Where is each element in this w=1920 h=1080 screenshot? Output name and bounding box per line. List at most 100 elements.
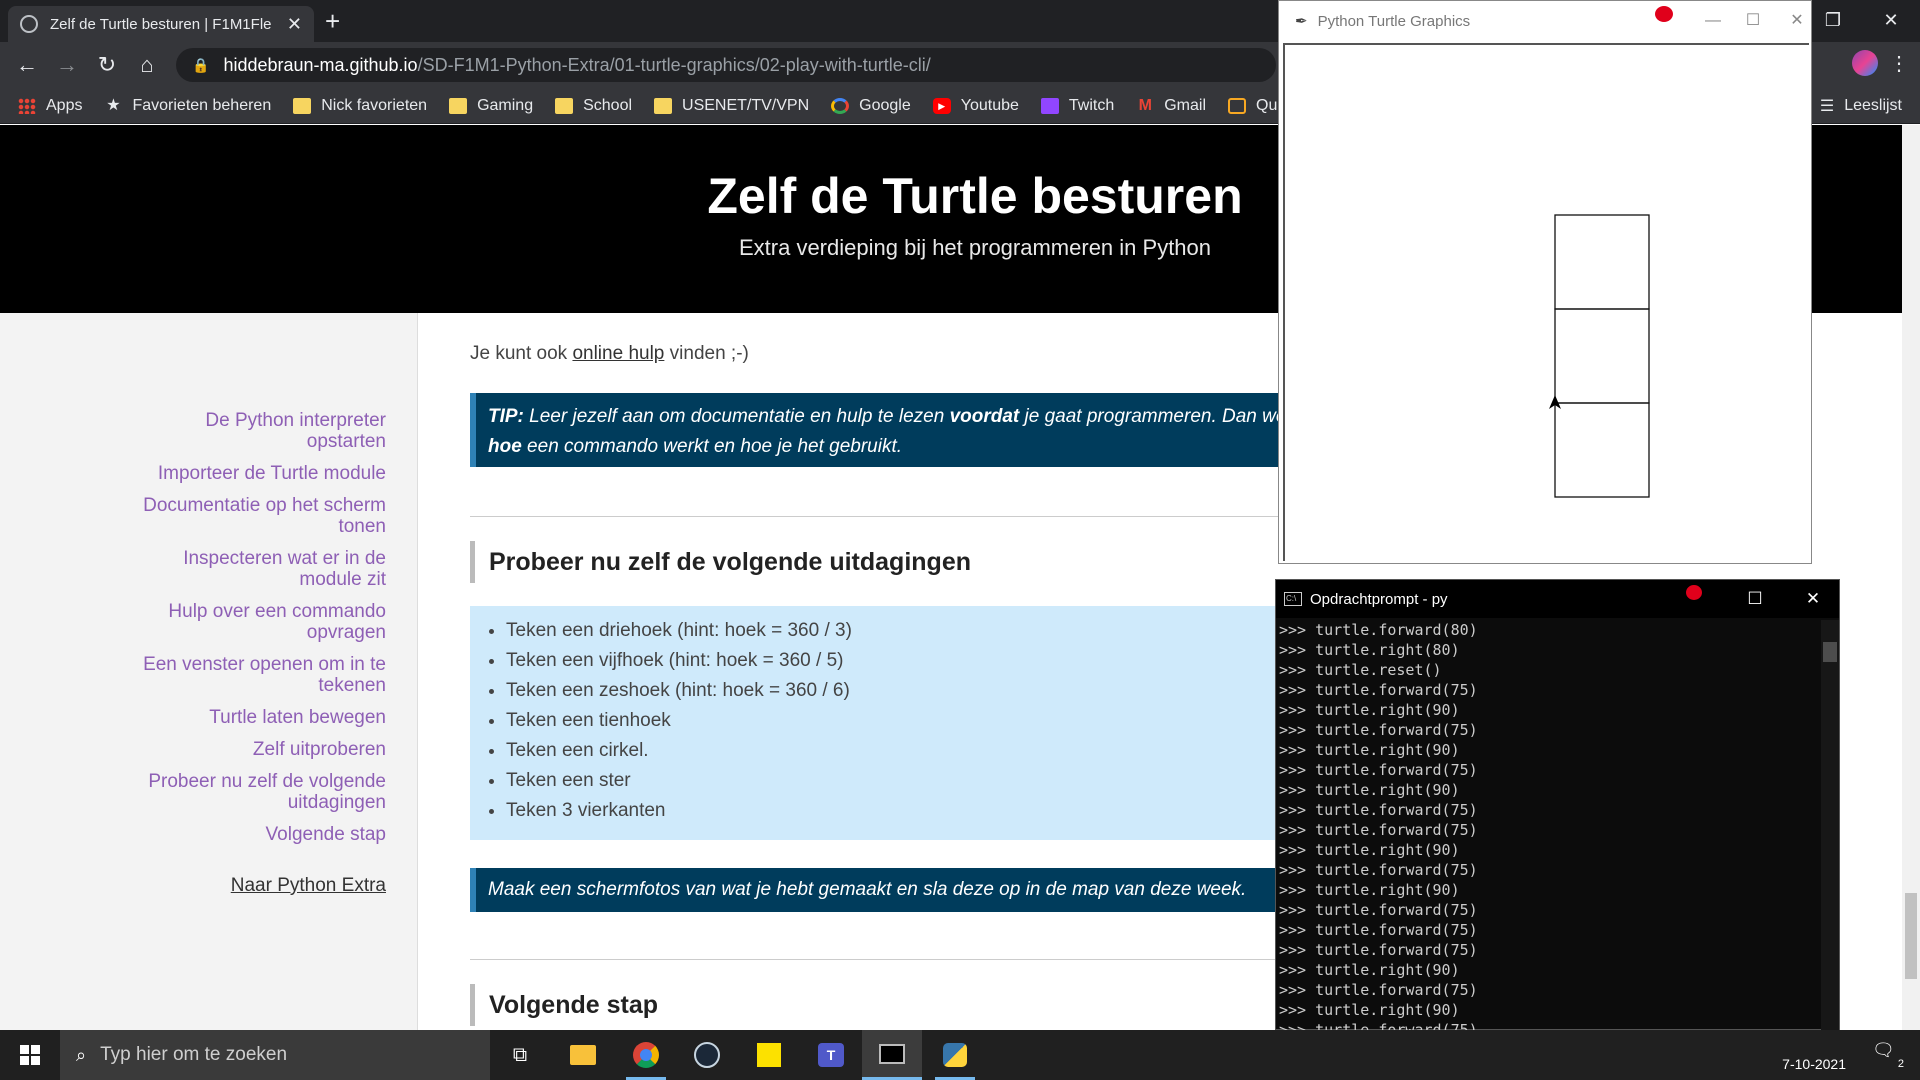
python-icon (943, 1043, 967, 1067)
lock-icon[interactable]: 🔒 (192, 57, 209, 74)
bookmark-folder-gaming[interactable]: Gaming (449, 97, 533, 115)
browser-close-button[interactable]: ✕ (1862, 0, 1920, 42)
folder-icon (555, 97, 574, 114)
bookmark-label: Apps (46, 96, 83, 114)
toc-item-bewegen[interactable]: Turtle laten bewegen (126, 707, 386, 728)
bookmark-folder-usenet[interactable]: USENET/TV/VPN (654, 97, 809, 115)
notification-center-button[interactable]: 🗨 2 (1872, 1040, 1904, 1070)
browser-tab-active[interactable]: Zelf de Turtle besturen | F1M1Fle ✕ (8, 6, 314, 42)
cmd-console-output[interactable]: >>> turtle.forward(80) >>> turtle.right(8… (1276, 620, 1821, 1030)
toc-item-documentatie[interactable]: Documentatie op het scherm tonen (126, 495, 386, 537)
console-line: >>> turtle.forward(75) (1279, 721, 1478, 739)
page-scrollbar[interactable] (1902, 125, 1920, 1030)
section-heading-volgende-stap: Volgende stap (470, 984, 1370, 1026)
bookmark-folder-nick[interactable]: Nick favorieten (293, 97, 427, 115)
naar-python-extra-link[interactable]: Naar Python Extra (126, 875, 386, 897)
console-line: >>> turtle.right(90) (1279, 961, 1460, 979)
toc-item-uitproberen[interactable]: Zelf uitproberen (126, 739, 386, 760)
sidebar: De Python interpreter opstarten Importee… (0, 313, 418, 1030)
bookmark-apps[interactable]: Apps (18, 97, 82, 115)
tip-label: TIP: (488, 406, 524, 427)
home-icon[interactable]: ⌂ (132, 50, 162, 80)
sticky-notes-button[interactable] (739, 1030, 799, 1080)
forward-arrow-icon[interactable]: → (52, 50, 82, 80)
close-tab-icon[interactable]: ✕ (287, 14, 302, 35)
toc-item-interpreter[interactable]: De Python interpreter opstarten (126, 410, 386, 452)
bookmark-label: Gaming (477, 96, 534, 114)
bookmark-youtube[interactable]: ▶ Youtube (932, 97, 1019, 115)
quicknet-icon (1228, 97, 1247, 114)
task-view-icon: ⧉ (512, 1043, 528, 1066)
cmd-close-button[interactable]: ✕ (1784, 580, 1842, 618)
command-prompt-window: C:\ Opdrachtprompt - py ☐ ✕ >>> turtle.f… (1275, 579, 1840, 1030)
console-line: >>> turtle.forward(80) (1279, 621, 1478, 639)
turtle-window-titlebar[interactable]: ✒ Python Turtle Graphics — ☐ ✕ (1279, 1, 1811, 41)
browser-restore-button[interactable]: ❐ (1804, 0, 1862, 42)
console-line: >>> turtle.forward(75) (1279, 901, 1478, 919)
tab-title: Zelf de Turtle besturen | F1M1Fle (50, 15, 272, 33)
reload-icon[interactable]: ↻ (92, 50, 122, 80)
tip-text: een commando werkt en hoe je het gebruik… (521, 436, 903, 457)
console-line: >>> turtle.right(90) (1279, 1001, 1460, 1019)
folder-icon (654, 97, 673, 114)
cmd-titlebar[interactable]: C:\ Opdrachtprompt - py ☐ ✕ (1276, 580, 1839, 618)
console-line: >>> turtle.forward(75) (1279, 1021, 1478, 1030)
address-bar[interactable]: 🔒 hiddebraun-ma.github.io/SD-F1M1-Python… (176, 48, 1276, 82)
turtle-close-button[interactable]: ✕ (1782, 1, 1812, 41)
teams-taskbar-button[interactable]: T (801, 1030, 861, 1080)
page-scrollbar-thumb[interactable] (1905, 893, 1917, 979)
start-button[interactable] (0, 1030, 60, 1080)
console-line: >>> turtle.reset() (1279, 661, 1442, 679)
chrome-taskbar-button[interactable] (616, 1030, 676, 1080)
youtube-icon: ▶ (932, 97, 951, 114)
back-arrow-icon[interactable]: ← (12, 50, 42, 80)
intro-paragraph: Je kunt ook online hulp vinden ;-) (470, 343, 749, 365)
console-line: >>> turtle.right(90) (1279, 881, 1460, 899)
bookmark-favorieten-beheren[interactable]: ★ Favorieten beheren (104, 97, 271, 115)
toc-item-uitdagingen[interactable]: Probeer nu zelf de volgende uitdagingen (126, 771, 386, 813)
taskbar-date[interactable]: 7-10-2021 (1782, 1056, 1846, 1072)
toc-item-venster[interactable]: Een venster openen om in te tekenen (126, 654, 386, 696)
steam-taskbar-button[interactable] (677, 1030, 737, 1080)
globe-icon (20, 15, 38, 33)
list-item: Teken een ster (506, 766, 1370, 796)
new-tab-button[interactable]: + (325, 6, 340, 36)
taskbar-search-box[interactable]: ⌕ Typ hier om te zoeken (60, 1030, 490, 1080)
bookmark-google[interactable]: Google (831, 97, 911, 115)
tip-text: je gaat programmeren. Dan wee (1019, 406, 1298, 427)
bookmark-label: Google (859, 96, 911, 114)
bookmark-gmail[interactable]: M Gmail (1136, 97, 1206, 115)
bookmark-folder-school[interactable]: School (555, 97, 632, 115)
profile-avatar[interactable] (1852, 50, 1878, 76)
console-line: >>> turtle.forward(75) (1279, 681, 1478, 699)
online-hulp-link[interactable]: online hulp (572, 343, 664, 364)
cmd-maximize-button[interactable]: ☐ (1726, 580, 1784, 618)
bookmark-twitch[interactable]: Twitch (1040, 97, 1114, 115)
console-line: >>> turtle.forward(75) (1279, 801, 1478, 819)
section-heading-uitdagingen: Probeer nu zelf de volgende uitdagingen (470, 541, 1370, 583)
turtle-maximize-button[interactable]: ☐ (1724, 1, 1782, 41)
teams-icon: T (818, 1043, 844, 1067)
table-of-contents: De Python interpreter opstarten Importee… (126, 410, 386, 897)
cmd-taskbar-button[interactable] (862, 1030, 922, 1080)
console-line: >>> turtle.forward(75) (1279, 821, 1478, 839)
chrome-icon (633, 1042, 659, 1068)
toc-item-volgende-stap[interactable]: Volgende stap (126, 824, 386, 845)
console-line: >>> turtle.right(90) (1279, 841, 1460, 859)
cmd-scrollbar-thumb[interactable] (1823, 642, 1837, 662)
file-explorer-button[interactable] (553, 1030, 613, 1080)
toc-item-importeer[interactable]: Importeer de Turtle module (126, 463, 386, 484)
list-item: Teken een zeshoek (hint: hoek = 360 / 6) (506, 676, 1370, 706)
toc-item-inspecteren[interactable]: Inspecteren wat er in de module zit (126, 548, 386, 590)
search-icon: ⌕ (76, 1044, 87, 1065)
kebab-menu-icon[interactable]: ⋮ (1888, 51, 1910, 76)
console-line: >>> turtle.right(90) (1279, 701, 1460, 719)
toc-item-hulp[interactable]: Hulp over een commando opvragen (126, 601, 386, 643)
cmd-scrollbar[interactable] (1821, 620, 1839, 1030)
list-item: Teken een cirkel. (506, 736, 1370, 766)
python-taskbar-button[interactable] (925, 1030, 985, 1080)
turtle-canvas[interactable] (1283, 43, 1809, 561)
reading-list-button[interactable]: ☰ Leeslijst (1820, 88, 1902, 124)
intro-text: Je kunt ook (470, 343, 573, 364)
task-view-button[interactable]: ⧉ (490, 1030, 550, 1080)
